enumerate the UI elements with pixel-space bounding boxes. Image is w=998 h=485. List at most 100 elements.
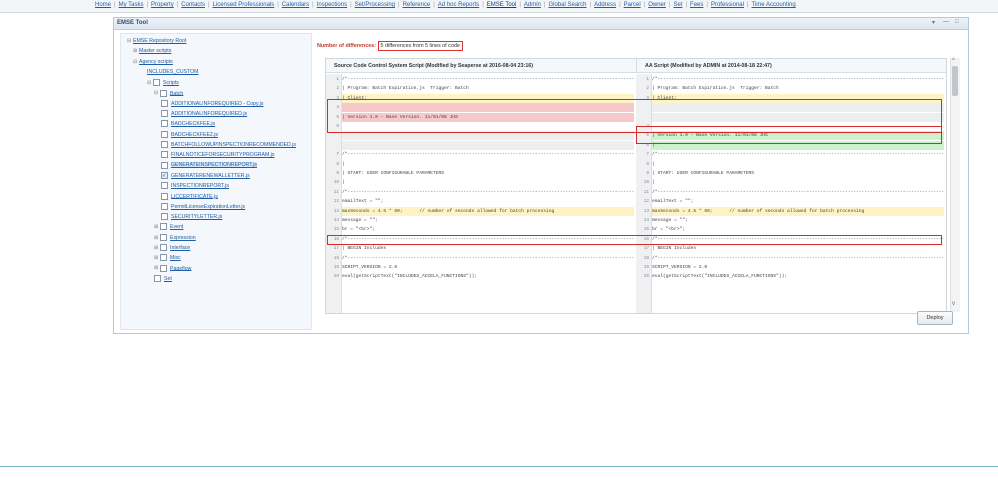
nav-item-contacts[interactable]: Contacts (181, 2, 205, 8)
nav-item-admin[interactable]: Admin (524, 2, 541, 8)
tree-node-label[interactable]: LICCERTIFICATE.js (171, 193, 218, 199)
tree-checkbox[interactable] (161, 213, 168, 221)
window-minimize-icon[interactable]: — (943, 19, 949, 25)
tree-node[interactable]: Set (154, 274, 172, 282)
tree-checkbox[interactable] (161, 202, 168, 210)
diff-scrollbar[interactable]: ^ v (950, 58, 960, 312)
tree-node-label[interactable]: INSPECTIONREPORT.js (171, 183, 229, 189)
tree-node[interactable]: BATCHFOLLOWUPINSPECTIONRECOMMENDED.js (161, 141, 296, 148)
nav-item-inspections[interactable]: Inspections (317, 2, 347, 8)
nav-item-address[interactable]: Address (594, 2, 616, 8)
tree-node-label[interactable]: Batch (170, 90, 183, 96)
code-line: | (342, 180, 345, 186)
tree-node-label[interactable]: PermitLicenseExpirationLetter.js (171, 204, 245, 210)
tree-node-label[interactable]: Event (170, 224, 183, 230)
tree-node-label[interactable]: Agency scripts (139, 59, 173, 65)
tree-node-label[interactable]: Pageflow (170, 265, 191, 271)
nav-item-fees[interactable]: Fees (690, 2, 703, 8)
tree-checkbox[interactable] (153, 79, 160, 87)
tree-node-label[interactable]: Interface (170, 245, 190, 251)
tree-node-label[interactable]: BADCHECKFEE2.js (171, 132, 218, 138)
tree-checkbox[interactable] (160, 233, 167, 241)
tree-node-label[interactable]: BATCHFOLLOWUPINSPECTIONRECOMMENDED.js (171, 142, 296, 148)
tree-node[interactable]: ADDITIONALINFOREQUIRED - Copy.js (161, 99, 263, 107)
tree-checkbox[interactable] (160, 244, 167, 251)
nav-item-reference[interactable]: Reference (403, 2, 431, 8)
tree-node[interactable]: ⊞ Interface (154, 244, 190, 251)
tree-node[interactable]: ⊟ Agency scripts (133, 59, 173, 65)
scroll-thumb[interactable] (952, 66, 958, 96)
tree-checkbox[interactable] (160, 223, 167, 231)
tree-node[interactable]: ✓ GENERATERENEWALLETTER.js (161, 171, 250, 179)
nav-item-time-accounting[interactable]: Time Accounting (752, 2, 796, 8)
tree-node[interactable]: ⊟ Scripts (147, 79, 179, 87)
line-number: 2 (336, 86, 339, 92)
tree-checkbox[interactable] (161, 120, 168, 128)
nav-item-ad-hoc-reports[interactable]: Ad hoc Reports (438, 2, 479, 8)
tree-node-label[interactable]: Misc (170, 255, 181, 261)
tree-node-label[interactable]: INCLUDES_CUSTOM (147, 69, 199, 75)
nav-item-my-tasks[interactable]: My Tasks (119, 2, 144, 8)
tree-checkbox[interactable] (161, 182, 168, 190)
tree-node-label[interactable]: Set (164, 276, 172, 282)
deploy-button[interactable]: Deploy (917, 311, 953, 325)
tree-node[interactable]: BADCHECKFEE2.js (161, 130, 218, 138)
window-maximize-icon[interactable]: □ (955, 19, 959, 25)
tree-node-label[interactable]: BADCHECKFEE.js (171, 121, 215, 127)
chevron-down-icon[interactable]: v (952, 301, 955, 307)
tree-node[interactable]: ⊟ Batch (154, 89, 183, 97)
tree-node-label[interactable]: GENERATEINSPECTIONREPORT.js (171, 162, 257, 169)
tree-node[interactable]: BADCHECKFEE.js (161, 120, 215, 128)
tree-node[interactable]: ⊞ Event (154, 223, 183, 231)
tree-node[interactable]: PermitLicenseExpirationLetter.js (161, 202, 245, 210)
nav-item-global-search[interactable]: Global Search (548, 2, 586, 8)
tree-node[interactable]: INCLUDES_CUSTOM (147, 69, 199, 75)
tree-node[interactable]: ADDITIONALINFOREQUIRED.js (161, 110, 247, 118)
tree-node[interactable]: GENERATEINSPECTIONREPORT.js (161, 161, 257, 169)
nav-item-set[interactable]: Set (673, 2, 682, 8)
tree-node[interactable]: LICCERTIFICATE.js (161, 192, 218, 200)
tree-checkbox[interactable] (161, 130, 168, 138)
tree-node[interactable]: ⊟ EMSE Repository Root (127, 38, 186, 44)
tree-checkbox[interactable] (161, 161, 168, 169)
tree-node[interactable]: SECURITYLETTER.js (161, 213, 222, 221)
nav-item-licensed-professionals[interactable]: Licensed Professionals (213, 2, 275, 8)
tree-checkbox[interactable] (161, 141, 168, 148)
code-line: message = ""; (652, 218, 688, 223)
tree-node-label[interactable]: EMSE Repository Root (133, 38, 186, 44)
tree-node-label[interactable]: GENERATERENEWALLETTER.js (171, 173, 250, 179)
tree-checkbox[interactable]: ✓ (161, 171, 168, 179)
nav-item-calendars[interactable]: Calendars (282, 2, 309, 8)
nav-item-set-processing[interactable]: Set/Processing (355, 2, 395, 8)
tree-checkbox[interactable] (160, 254, 167, 262)
tree-node[interactable]: FINALNOTICEFORSECURITYPROGRAM.js (161, 151, 274, 159)
tree-node-label[interactable]: Scripts (163, 80, 179, 86)
tree-node-label[interactable]: Expression (170, 235, 196, 241)
tree-checkbox[interactable] (160, 264, 167, 272)
tree-checkbox[interactable] (161, 151, 168, 159)
tree-node[interactable]: INSPECTIONREPORT.js (161, 182, 229, 190)
diff-highlight-box (636, 126, 942, 144)
nav-item-owner[interactable]: Owner (648, 2, 666, 8)
tree-checkbox[interactable] (161, 110, 168, 118)
chevron-up-icon[interactable]: ^ (952, 58, 955, 64)
tree-node[interactable]: ⊞ Misc (154, 254, 181, 262)
nav-item-home[interactable]: Home (95, 2, 111, 8)
tree-node-label[interactable]: Master scripts (139, 48, 171, 54)
nav-item-professional[interactable]: Professional (711, 2, 744, 8)
tree-node-label[interactable]: ADDITIONALINFOREQUIRED - Copy.js (171, 101, 263, 107)
tree-checkbox[interactable] (160, 89, 167, 97)
tree-node[interactable]: ⊞ Expression (154, 233, 196, 241)
tree-node-label[interactable]: FINALNOTICEFORSECURITYPROGRAM.js (171, 152, 274, 158)
tree-node[interactable]: ⊞ Master scripts (133, 48, 171, 54)
tree-checkbox[interactable] (161, 192, 168, 200)
nav-item-parcel[interactable]: Parcel (624, 2, 641, 8)
tree-node[interactable]: ⊞ Pageflow (154, 264, 191, 272)
tree-checkbox[interactable] (154, 274, 161, 282)
nav-item-emse-tool[interactable]: EMSE Tool (487, 2, 517, 8)
window-settings-icon[interactable]: ▾ (932, 19, 935, 26)
tree-node-label[interactable]: SECURITYLETTER.js (171, 214, 222, 220)
tree-node-label[interactable]: ADDITIONALINFOREQUIRED.js (171, 111, 247, 117)
tree-checkbox[interactable] (161, 99, 168, 107)
nav-item-property[interactable]: Property (151, 2, 174, 8)
